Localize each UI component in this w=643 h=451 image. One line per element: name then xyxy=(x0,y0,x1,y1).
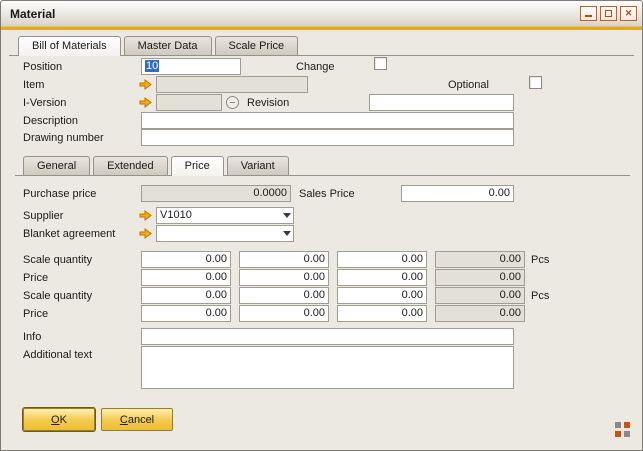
price2-col2-input[interactable]: 0.00 xyxy=(239,305,329,322)
material-window: Material Bill of Materials Master Data S… xyxy=(0,0,643,451)
tab-scale-price[interactable]: Scale Price xyxy=(215,36,299,55)
scale-quantity2-label: Scale quantity xyxy=(23,290,92,302)
grip-square xyxy=(615,422,621,428)
titlebar: Material xyxy=(1,1,642,27)
scale-qty2-col1-input[interactable]: 0.00 xyxy=(141,287,231,304)
price1-col3-input[interactable]: 0.00 xyxy=(337,269,427,286)
item-label: Item xyxy=(23,79,44,91)
supplier-value: V1010 xyxy=(160,209,281,222)
dropdown-icon xyxy=(283,213,291,218)
tab-price[interactable]: Price xyxy=(171,156,224,176)
grip-square xyxy=(615,431,621,437)
tab-extended[interactable]: Extended xyxy=(93,156,167,175)
grip-square xyxy=(624,422,630,428)
position-value-selected: 10 xyxy=(145,60,159,72)
change-checkbox[interactable] xyxy=(374,57,387,70)
tab-master-data[interactable]: Master Data xyxy=(124,36,212,55)
supplier-label: Supplier xyxy=(23,210,63,222)
price2-col4-input: 0.00 xyxy=(435,305,525,322)
sales-price-input[interactable]: 0.00 xyxy=(401,185,514,202)
scale-quantity-label: Scale quantity xyxy=(23,254,92,266)
price2-col3-input[interactable]: 0.00 xyxy=(337,305,427,322)
revision-label: Revision xyxy=(247,97,289,109)
iversion-link-arrow-icon[interactable] xyxy=(139,97,152,108)
blanket-agreement-link-arrow-icon[interactable] xyxy=(139,228,152,239)
info-input[interactable] xyxy=(141,328,514,345)
scale-qty2-unit-label: Pcs xyxy=(531,290,549,302)
info-label: Info xyxy=(23,331,41,343)
minimize-button[interactable] xyxy=(580,6,597,21)
scale-qty1-col1-input[interactable]: 0.00 xyxy=(141,251,231,268)
dropdown-icon xyxy=(283,231,291,236)
scale-qty2-col4-input: 0.00 xyxy=(435,287,525,304)
tab-variant[interactable]: Variant xyxy=(227,156,289,175)
iversion-label: I-Version xyxy=(23,97,66,109)
tab-general[interactable]: General xyxy=(23,156,90,175)
close-button[interactable] xyxy=(620,6,637,21)
item-input xyxy=(156,76,308,93)
revision-input[interactable] xyxy=(369,94,514,111)
additional-text-input[interactable] xyxy=(141,346,514,389)
iversion-selector-icon[interactable] xyxy=(226,96,239,109)
price1-col1-input[interactable]: 0.00 xyxy=(141,269,231,286)
grip-square xyxy=(624,431,630,437)
price1-col4-input: 0.00 xyxy=(435,269,525,286)
price2-col1-input[interactable]: 0.00 xyxy=(141,305,231,322)
scale-qty2-col3-input[interactable]: 0.00 xyxy=(337,287,427,304)
restore-button[interactable] xyxy=(600,6,617,21)
description-label: Description xyxy=(23,115,78,127)
optional-label: Optional xyxy=(448,79,489,91)
tab-bill-of-materials[interactable]: Bill of Materials xyxy=(18,36,121,56)
ok-button[interactable]: OK xyxy=(23,408,95,431)
resize-grip-icon[interactable] xyxy=(615,422,630,437)
blanket-agreement-label: Blanket agreement xyxy=(23,228,115,240)
supplier-link-arrow-icon[interactable] xyxy=(139,210,152,221)
position-input[interactable]: 10 xyxy=(141,58,241,75)
additional-text-label: Additional text xyxy=(23,349,92,361)
restore-icon xyxy=(605,10,612,17)
main-tab-bar: Bill of Materials Master Data Scale Pric… xyxy=(9,33,634,56)
scale-qty2-col2-input[interactable]: 0.00 xyxy=(239,287,329,304)
sales-price-label: Sales Price xyxy=(299,188,355,200)
scale-qty1-unit-label: Pcs xyxy=(531,254,549,266)
scale-qty1-col4-input: 0.00 xyxy=(435,251,525,268)
gold-accent-bar xyxy=(1,27,642,30)
purchase-price-label: Purchase price xyxy=(23,188,96,200)
price1-col2-input[interactable]: 0.00 xyxy=(239,269,329,286)
scale-qty1-col2-input[interactable]: 0.00 xyxy=(239,251,329,268)
supplier-combo[interactable]: V1010 xyxy=(156,207,294,224)
item-link-arrow-icon[interactable] xyxy=(139,79,152,90)
purchase-price-input: 0.0000 xyxy=(141,185,291,202)
price-row1-label: Price xyxy=(23,272,48,284)
change-label: Change xyxy=(296,61,335,73)
minimize-icon xyxy=(585,15,592,17)
blanket-agreement-combo[interactable] xyxy=(156,225,294,242)
price-row2-label: Price xyxy=(23,308,48,320)
description-input[interactable] xyxy=(141,112,514,129)
optional-checkbox[interactable] xyxy=(529,76,542,89)
scale-qty1-col3-input[interactable]: 0.00 xyxy=(337,251,427,268)
window-title: Material xyxy=(10,7,577,21)
cancel-button[interactable]: Cancel xyxy=(101,408,173,431)
iversion-input xyxy=(156,94,222,111)
position-label: Position xyxy=(23,61,62,73)
drawing-number-input[interactable] xyxy=(141,129,514,146)
sub-tab-bar: General Extended Price Variant xyxy=(15,155,630,176)
drawing-number-label: Drawing number xyxy=(23,132,104,144)
